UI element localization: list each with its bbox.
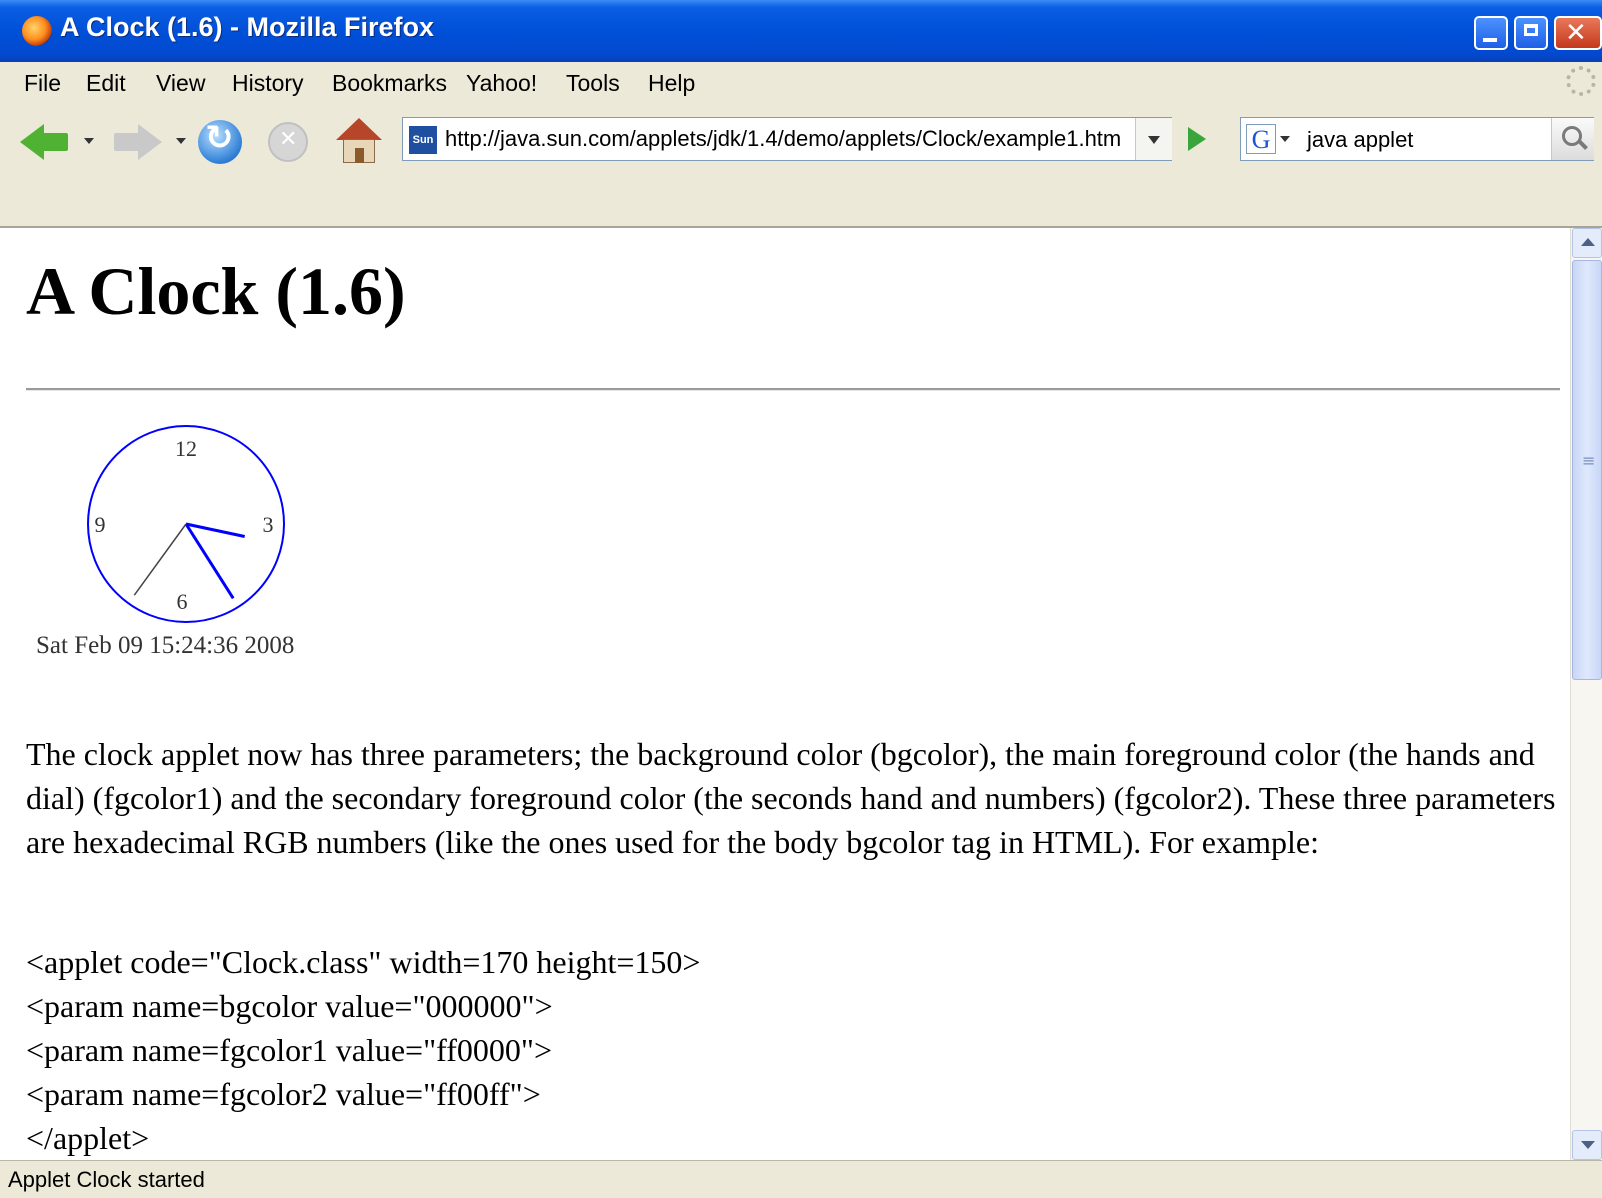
menu-history[interactable]: History [232,70,304,97]
go-button[interactable] [1178,117,1216,161]
code-line: <applet code="Clock.class" width=170 hei… [26,944,701,980]
clock-second-hand [133,523,187,596]
clock-date-text: Sat Feb 09 15:24:36 2008 [36,632,295,659]
firefox-logo-icon [22,16,52,46]
clock-minute-hand [184,523,235,600]
forward-button[interactable] [114,133,140,151]
window-title: A Clock (1.6) - Mozilla Firefox [60,12,435,42]
menu-bar: File Edit View History Bookmarks Yahoo! … [0,62,1602,107]
clock-numeral-6: 6 [177,589,188,614]
url-input[interactable]: http://java.sun.com/applets/jdk/1.4/demo… [445,126,1125,152]
code-line: </applet> [26,1120,150,1156]
address-bar[interactable]: Sun http://java.sun.com/applets/jdk/1.4/… [402,117,1172,161]
minimize-button[interactable] [1474,16,1508,50]
site-favicon-icon: Sun [409,126,437,154]
search-bar: G java applet [1240,117,1594,161]
back-arrow-icon[interactable] [20,124,44,160]
forward-arrow-icon[interactable] [138,124,162,160]
restore-button[interactable] [1514,16,1548,50]
stop-icon[interactable] [268,122,308,162]
back-history-dropdown-icon[interactable] [84,138,94,144]
menu-file[interactable]: File [24,70,61,97]
scrollbar-thumb[interactable] [1572,260,1602,680]
clock-hour-hand [185,522,246,538]
code-line: <param name=bgcolor value="000000"> [26,988,553,1024]
menu-bookmarks[interactable]: Bookmarks [332,70,447,97]
back-button[interactable] [42,133,68,151]
horizontal-rule [26,388,1560,391]
url-history-dropdown-icon[interactable] [1135,118,1172,160]
throbber-icon [1566,66,1596,96]
clock-numeral-9: 9 [95,512,106,537]
scroll-up-arrow-icon[interactable] [1572,228,1602,258]
status-bar: Applet Clock started [0,1160,1602,1198]
engine-dropdown-icon[interactable] [1280,136,1290,142]
clock-numeral-12: 12 [175,436,197,461]
title-bar: A Clock (1.6) - Mozilla Firefox [0,0,1602,62]
bookmarks-toolbar [0,178,1602,228]
search-input[interactable]: java applet [1307,127,1413,153]
reload-icon[interactable] [198,118,242,164]
menu-tools[interactable]: Tools [566,70,620,97]
google-engine-icon[interactable]: G [1246,124,1276,154]
clock-applet: 12 3 6 9 [87,425,285,623]
page-content: A Clock (1.6) 12 3 6 9 Sat Feb 09 15:24:… [0,228,1570,1160]
search-magnifier-icon[interactable] [1551,118,1594,160]
menu-edit[interactable]: Edit [86,70,126,97]
close-button[interactable] [1554,16,1602,50]
page-title: A Clock (1.6) [26,253,406,329]
scroll-down-arrow-icon[interactable] [1572,1130,1602,1160]
code-line: <param name=fgcolor1 value="ff0000"> [26,1032,552,1068]
code-line: <param name=fgcolor2 value="ff00ff"> [26,1076,541,1112]
menu-yahoo[interactable]: Yahoo! [466,70,537,97]
menu-view[interactable]: View [156,70,205,97]
description-paragraph: The clock applet now has three parameter… [26,736,1556,860]
vertical-scrollbar[interactable] [1570,228,1602,1160]
menu-help[interactable]: Help [648,70,695,97]
status-text: Applet Clock started [8,1167,205,1192]
clock-numeral-3: 3 [263,512,274,537]
home-icon[interactable] [336,118,382,164]
forward-history-dropdown-icon[interactable] [176,138,186,144]
